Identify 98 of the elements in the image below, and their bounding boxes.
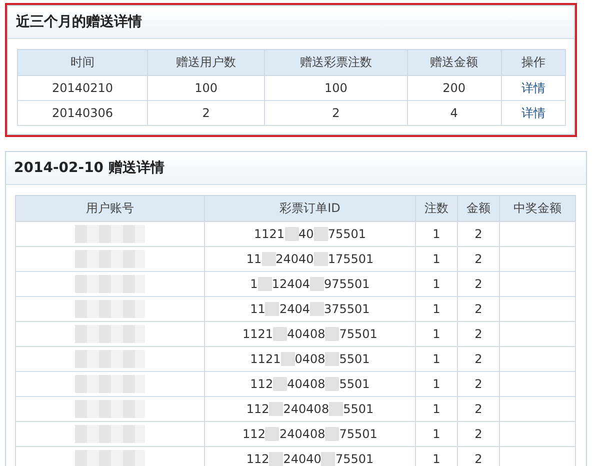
- order-id-fragment: 375501: [324, 302, 370, 316]
- blurred-patch: [310, 302, 324, 316]
- blurred-patch: [75, 325, 145, 343]
- blurred-patch: [284, 227, 299, 241]
- column-header: 注数: [416, 196, 458, 222]
- blurred-patch: [75, 375, 145, 393]
- order-id-fragment: 24040: [276, 252, 314, 266]
- order-id-fragment: 1121: [250, 352, 281, 366]
- table-cell: 2: [458, 272, 500, 296]
- table-cell: 2: [458, 246, 500, 272]
- blurred-patch: [314, 227, 328, 241]
- blurred-patch: [75, 350, 145, 368]
- order-id-fragment: 175501: [328, 252, 374, 266]
- blurred-patch: [269, 402, 284, 416]
- table-cell: 2: [458, 346, 500, 372]
- blurred-patch: [265, 302, 280, 316]
- blurred-patch: [75, 400, 145, 418]
- column-header: 中奖金额: [500, 196, 576, 222]
- order-id-fragment: 11: [246, 252, 262, 266]
- table-cell: 1: [416, 422, 458, 446]
- table-cell: 1: [416, 296, 458, 322]
- blurred-patch: [75, 225, 145, 243]
- order-id-fragment: 75501: [328, 227, 366, 241]
- order-id-fragment: 40408: [287, 377, 326, 391]
- column-header: 彩票订单ID: [204, 196, 416, 222]
- order-id-fragment: 240408: [283, 402, 330, 416]
- table-cell: 1: [416, 246, 458, 272]
- order-id-fragment: 40: [298, 227, 314, 241]
- blurred-patch: [258, 277, 272, 291]
- table-cell: 1: [416, 322, 458, 346]
- blurred-patch: [265, 427, 280, 441]
- column-header: 用户账号: [16, 196, 204, 222]
- order-id-fragment: 5501: [343, 402, 374, 416]
- blurred-patch: [310, 277, 324, 291]
- order-id-fragment: 40408: [287, 327, 326, 341]
- table-cell: 100: [264, 76, 408, 100]
- column-header: 时间: [18, 50, 148, 76]
- order-id-fragment: 240408: [279, 427, 326, 441]
- blurred-patch: [273, 377, 288, 391]
- table-cell: 1: [416, 222, 458, 246]
- table-cell: 2: [458, 396, 500, 422]
- order-id-fragment: 975501: [324, 277, 370, 291]
- blurred-patch: [75, 275, 145, 293]
- order-id-fragment: 112: [242, 427, 266, 441]
- order-id-fragment: 5501: [339, 352, 370, 366]
- blurred-patch: [269, 452, 284, 466]
- order-id-fragment: 1121: [254, 227, 285, 241]
- table-cell: 1: [416, 372, 458, 396]
- order-id-fragment: 1: [250, 277, 258, 291]
- order-id-fragment: 112: [246, 402, 270, 416]
- blurred-patch: [325, 377, 340, 391]
- panel-title: 2014-02-10 赠送详情: [14, 159, 164, 177]
- order-id-fragment: 5501: [339, 377, 370, 391]
- order-id-fragment: 2404: [279, 302, 310, 316]
- blurred-patch: [325, 327, 340, 341]
- table-cell: 1: [416, 346, 458, 372]
- blurred-patch: [75, 300, 145, 318]
- blurred-patch: [280, 352, 295, 366]
- blurred-patch: [75, 425, 145, 443]
- order-id-fragment: 24040: [283, 452, 322, 466]
- order-id-fragment: 12404: [272, 277, 310, 291]
- blurred-patch: [75, 450, 145, 466]
- blurred-patch: [314, 252, 328, 266]
- order-id-fragment: 112: [246, 452, 270, 466]
- column-header: 金额: [458, 196, 500, 222]
- blurred-patch: [329, 402, 344, 416]
- blurred-patch: [325, 427, 340, 441]
- column-header: 赠送彩票注数: [264, 50, 408, 76]
- blurred-patch: [273, 327, 288, 341]
- blurred-patch: [321, 452, 336, 466]
- order-id-fragment: 0408: [294, 352, 326, 366]
- order-id-fragment: 1121: [242, 327, 274, 341]
- blurred-patch: [75, 250, 145, 268]
- column-header: 赠送金额: [407, 50, 502, 76]
- table-cell: 200: [407, 76, 502, 100]
- table-cell: 2: [264, 100, 408, 126]
- order-id-fragment: 75501: [339, 327, 378, 341]
- table-cell: 2: [147, 100, 265, 126]
- column-header: 操作: [501, 50, 566, 76]
- table-cell: 1: [416, 272, 458, 296]
- table-cell: 2: [458, 322, 500, 346]
- table-cell: 2: [458, 372, 500, 396]
- column-header: 赠送用户数: [147, 50, 265, 76]
- panel-title: 近三个月的赠送详情: [16, 13, 142, 31]
- order-id-fragment: 11: [250, 302, 266, 316]
- table-cell: 100: [147, 76, 265, 100]
- table-cell: 20140306: [18, 100, 148, 126]
- table-cell: 2: [458, 296, 500, 322]
- table-cell: 2: [458, 422, 500, 446]
- table-cell: 1: [416, 396, 458, 422]
- order-id-fragment: 75501: [335, 452, 374, 466]
- order-id-fragment: 112: [250, 377, 274, 391]
- blurred-patch: [262, 252, 276, 266]
- table-cell: 4: [407, 100, 502, 126]
- table-cell: 20140210: [18, 76, 148, 100]
- table-cell: 2: [458, 222, 500, 246]
- order-id-fragment: 75501: [339, 427, 378, 441]
- blurred-patch: [325, 352, 340, 366]
